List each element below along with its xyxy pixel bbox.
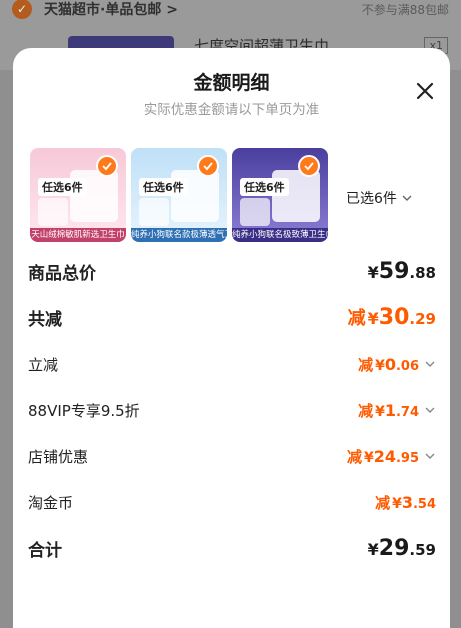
- amount-row-value: 减 ¥3.54: [375, 492, 436, 513]
- amount-row: 合计 ¥29.59: [28, 533, 436, 563]
- chevron-down-icon: [424, 355, 436, 374]
- amount-row[interactable]: 店铺优惠 减 ¥24.95: [28, 441, 436, 471]
- selected-count-button[interactable]: 已选6件: [346, 188, 413, 208]
- currency-symbol: ¥: [367, 309, 379, 328]
- currency-symbol: ¥: [363, 449, 374, 466]
- currency-symbol: ¥: [375, 403, 385, 420]
- discount-prefix: 减: [347, 308, 366, 329]
- selected-count-label: 已选6件: [346, 191, 397, 207]
- amount-row-label: 88VIP专享9.5折: [28, 401, 140, 420]
- amount-row-value: 减 ¥30.29: [348, 304, 436, 330]
- check-icon: [96, 155, 118, 177]
- product-badge: 任选6件: [38, 178, 87, 196]
- background-check-icon: ✓: [12, 0, 32, 19]
- product-pack-image: [139, 198, 169, 226]
- product-caption: 纯养小狗联名款极薄透气卫生巾: [131, 228, 227, 242]
- currency-symbol: ¥: [375, 357, 385, 374]
- amount-integer: 59: [378, 258, 410, 284]
- amount-row[interactable]: 立减 减 ¥0.06: [28, 349, 436, 379]
- amount-row-value: 减 ¥24.95: [347, 446, 436, 467]
- chevron-down-icon: [424, 401, 436, 420]
- discount-prefix: 减: [358, 401, 374, 420]
- amount-row: 淘金币 减 ¥3.54: [28, 487, 436, 517]
- amount-row-label: 商品总价: [28, 263, 96, 284]
- amount-decimal: .95: [395, 450, 419, 466]
- sheet-subtitle: 实际优惠金额请以下单页为准: [143, 102, 320, 118]
- product-badge: 任选6件: [240, 178, 289, 196]
- background-store-note: 不参与满88包邮: [361, 2, 449, 17]
- amount-integer: 24: [373, 446, 396, 466]
- amount-row[interactable]: 88VIP专享9.5折 减 ¥1.74: [28, 395, 436, 425]
- amount-row-value: 减 ¥1.74: [358, 400, 436, 421]
- product-pack-image: [38, 198, 68, 226]
- amount-decimal: .88: [409, 263, 436, 282]
- amount-integer: 3: [401, 492, 413, 512]
- amount-row-label: 淘金币: [28, 493, 74, 512]
- currency-symbol: ¥: [367, 539, 379, 559]
- amount-row-label: 共减: [28, 309, 62, 330]
- product-thumbnail[interactable]: 任选6件纯养小狗联名款极薄透气卫生巾: [131, 148, 227, 242]
- amount-detail-sheet: 金额明细 实际优惠金额请以下单页为准 任选6件 天山绒棉敏肌新选卫生巾 任选6件 纯养…: [13, 48, 450, 628]
- product-caption: 纯养小狗联名极致薄卫生巾: [232, 228, 328, 242]
- discount-prefix: 减: [358, 355, 374, 374]
- discount-prefix: 减: [375, 493, 391, 512]
- background-store-title: 天猫超市·单品包邮 >: [44, 2, 178, 18]
- chevron-down-icon: [402, 195, 412, 201]
- amount-decimal: .06: [395, 358, 419, 374]
- amount-row-label: 店铺优惠: [28, 447, 89, 466]
- amount-row-value: ¥29.59: [368, 536, 436, 561]
- product-pack-image: [240, 198, 270, 226]
- amount-row: 商品总价 ¥59.88: [28, 256, 436, 286]
- amount-integer: 30: [378, 305, 410, 330]
- amount-decimal: .54: [412, 496, 436, 512]
- amount-integer: 0: [384, 354, 396, 374]
- amount-decimal: .74: [395, 404, 419, 420]
- product-thumbnail[interactable]: 任选6件纯养小狗联名极致薄卫生巾: [232, 148, 328, 242]
- amount-row: 共减 减 ¥30.29: [28, 302, 436, 332]
- amount-decimal: .59: [409, 540, 436, 559]
- discount-prefix: 减: [346, 447, 362, 466]
- product-thumbnail[interactable]: 任选6件天山绒棉敏肌新选卫生巾: [30, 148, 126, 242]
- product-caption: 天山绒棉敏肌新选卫生巾: [30, 228, 126, 242]
- amount-integer: 29: [378, 535, 410, 561]
- check-icon: [298, 155, 320, 177]
- sheet-title: 金额明细: [193, 72, 270, 94]
- chevron-down-icon: [424, 447, 436, 466]
- amount-integer: 1: [384, 400, 396, 420]
- amount-decimal: .29: [409, 310, 436, 328]
- product-badge: 任选6件: [139, 178, 188, 196]
- amount-row-value: 减 ¥0.06: [358, 354, 436, 375]
- check-icon: [197, 155, 219, 177]
- currency-symbol: ¥: [367, 262, 379, 282]
- currency-symbol: ¥: [392, 495, 402, 512]
- close-icon: [416, 82, 434, 100]
- close-button[interactable]: [412, 78, 438, 104]
- background-store-row: ✓ 天猫超市·单品包邮 > 不参与满88包邮: [12, 0, 449, 24]
- amount-row-label: 合计: [28, 540, 62, 561]
- amount-row-label: 立减: [28, 355, 59, 374]
- amount-row-value: ¥59.88: [368, 259, 436, 284]
